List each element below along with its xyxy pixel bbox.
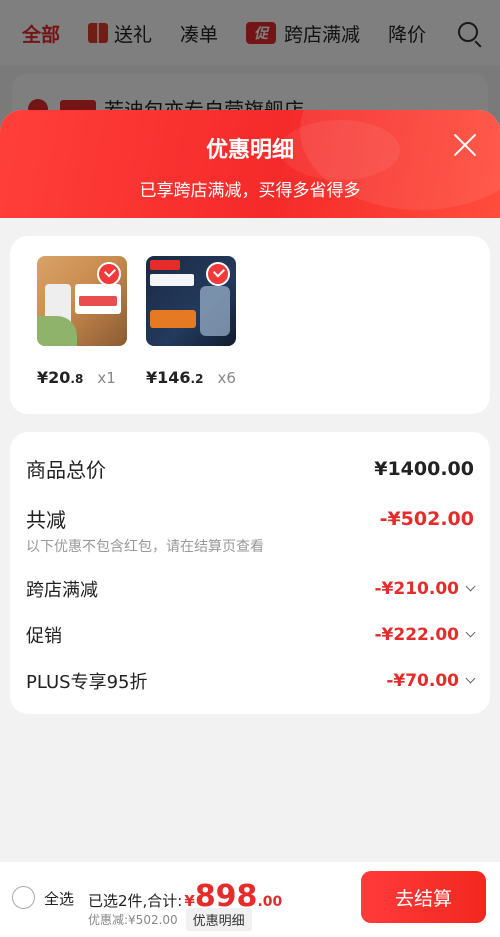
price-summary-card: 商品总价 ¥1400.00 共减 -¥502.00 以下优惠不包含红包，请在结算… — [10, 432, 490, 714]
total-price-label: 商品总价 — [26, 458, 106, 482]
product-list-card: ¥20.8 x1 ¥146.2 x6 — [10, 236, 490, 414]
chevron-down-icon — [465, 627, 476, 637]
total-reduce-row: 共减 -¥502.00 — [26, 504, 474, 533]
sheet-title: 优惠明细 — [205, 138, 294, 163]
product-image-detail — [200, 286, 230, 336]
product-item[interactable]: ¥146.2 x6 — [146, 256, 256, 387]
product-image-detail — [150, 260, 180, 270]
price-decimal: .2 — [190, 372, 204, 386]
select-all-label[interactable]: 全选 — [44, 888, 74, 909]
checkout-button[interactable]: 去结算 — [361, 871, 486, 923]
discount-amount: -¥222.00 — [374, 625, 460, 645]
discount-value: -¥222.00 — [374, 625, 476, 645]
discount-row-cross-store[interactable]: 跨店满减 -¥210.00 — [26, 576, 476, 602]
price-symbol: ¥ — [146, 368, 158, 387]
select-all-radio[interactable] — [12, 886, 35, 909]
total-reduce-label: 共减 — [26, 508, 66, 532]
checked-icon — [206, 262, 230, 286]
discount-row-promotion[interactable]: 促销 -¥222.00 — [26, 622, 476, 648]
price-integer: 20 — [48, 368, 71, 387]
discount-summary: 优惠减:¥502.00 优惠明细 — [88, 908, 252, 931]
discount-amount: -¥210.00 — [374, 579, 460, 599]
price-symbol: ¥ — [37, 368, 49, 387]
total-decimal: .00 — [257, 894, 283, 910]
product-price: ¥146.2 x6 — [146, 368, 256, 387]
discount-summary-text: 优惠减:¥502.00 — [88, 913, 178, 927]
discount-detail-sheet: 优惠明细 已享跨店满减，买得多省得多 ¥20.8 x1 ¥ 146 .2 x6 … — [0, 110, 500, 937]
checkout-bar: 全选 已选2件,合计: ¥ 898 .00 优惠减:¥502.00 优惠明细 去… — [0, 862, 500, 937]
product-quantity: x6 — [217, 369, 236, 387]
discount-note: 以下优惠不包含红包，请在结算页查看 — [26, 539, 264, 555]
product-image-detail — [37, 316, 77, 346]
price-decimal: .8 — [70, 372, 84, 386]
sheet-subtitle: 已享跨店满减，买得多省得多 — [139, 181, 361, 201]
product-quantity: x1 — [97, 369, 116, 387]
product-price: ¥20.8 x1 — [37, 368, 147, 387]
discount-detail-button[interactable]: 优惠明细 — [185, 908, 252, 931]
total-price-value: ¥1400.00 — [374, 457, 474, 480]
product-image-detail — [75, 284, 121, 314]
total-reduce-value: -¥502.00 — [379, 507, 474, 530]
price-integer: 146 — [157, 368, 191, 387]
discount-row-plus[interactable]: PLUS专享95折 -¥70.00 — [26, 668, 476, 694]
product-image — [146, 256, 236, 346]
total-price-row: 商品总价 ¥1400.00 — [26, 454, 474, 483]
discount-amount: -¥70.00 — [386, 671, 459, 691]
discount-label: PLUS专享95折 — [26, 672, 148, 693]
chevron-down-icon — [465, 581, 476, 591]
product-image-detail — [150, 274, 194, 286]
discount-value: -¥210.00 — [374, 579, 476, 599]
discount-label: 跨店满减 — [26, 580, 98, 601]
discount-label: 促销 — [26, 626, 62, 647]
discount-value: -¥70.00 — [386, 671, 476, 691]
product-image-detail — [150, 310, 196, 328]
product-image — [37, 256, 127, 346]
sheet-header: 优惠明细 已享跨店满减，买得多省得多 — [0, 110, 500, 218]
product-item[interactable]: ¥20.8 x1 — [37, 256, 147, 387]
checked-icon — [97, 262, 121, 286]
close-icon[interactable] — [452, 132, 478, 158]
chevron-down-icon — [465, 673, 476, 683]
